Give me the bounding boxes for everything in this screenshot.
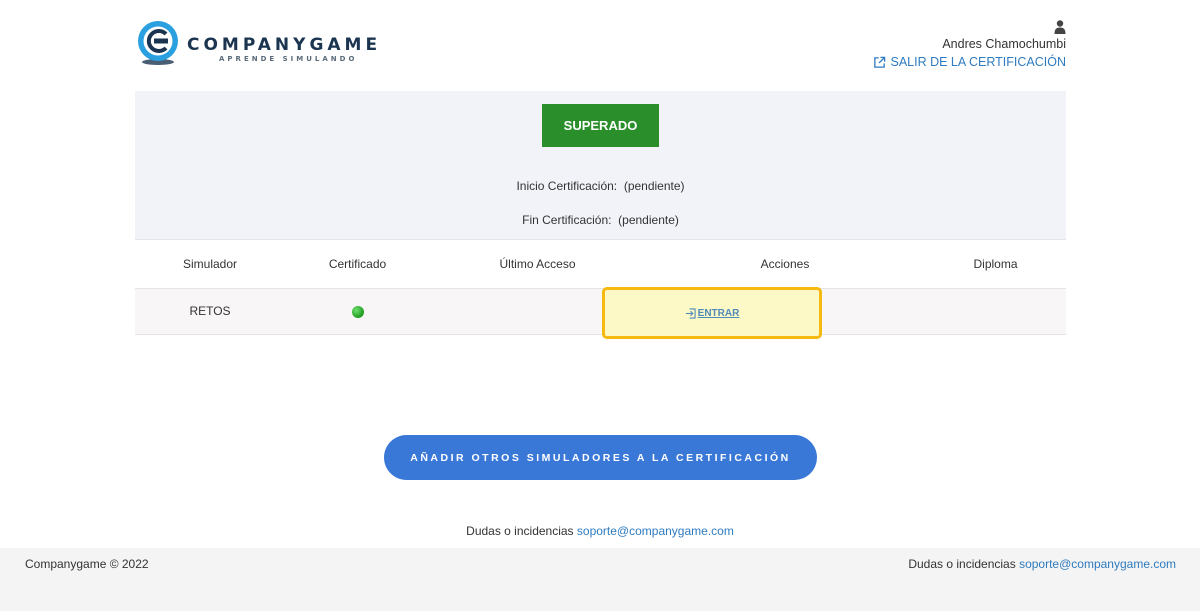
cell-certificado [285, 288, 430, 334]
support-line: Dudas o incidencias soporte@companygame.… [0, 524, 1200, 538]
logo-wordmark: COMPANYGAME [187, 35, 382, 55]
logout-certification-link[interactable]: SALIR DE LA CERTIFICACIÓN [873, 55, 1066, 69]
header-acciones: Acciones [760, 257, 810, 272]
certification-status-panel: SUPERADO Inicio Certificación: (pendient… [135, 91, 1066, 240]
footer: Companygame © 2022 Dudas o incidencias s… [0, 548, 1200, 611]
status-badge: SUPERADO [542, 104, 659, 147]
support-email-link[interactable]: soporte@companygame.com [577, 524, 734, 538]
user-name: Andres Chamochumbi [942, 37, 1066, 51]
user-icon [1054, 20, 1066, 34]
external-link-icon [874, 56, 886, 68]
enter-label: ENTRAR [697, 307, 740, 319]
end-certification-line: Fin Certificación: (pendiente) [135, 213, 1066, 227]
companygame-logo[interactable]: COMPANYGAME APRENDE SIMULANDO [135, 20, 377, 70]
end-value: (pendiente) [618, 213, 679, 227]
header-ultimo-acceso: Último Acceso [499, 257, 576, 272]
start-certification-line: Inicio Certificación: (pendiente) [135, 179, 1066, 193]
start-label: Inicio Certificación: [516, 179, 618, 193]
logout-label: SALIR DE LA CERTIFICACIÓN [890, 55, 1066, 69]
enter-action-highlight: ENTRAR [602, 287, 822, 339]
footer-copyright: Companygame © 2022 [25, 557, 149, 571]
cell-diploma [925, 288, 1066, 334]
logo-tagline: APRENDE SIMULANDO [219, 55, 358, 63]
footer-support-label: Dudas o incidencias [908, 557, 1016, 571]
header-certificado: Certificado [328, 257, 387, 272]
cell-simulador: RETOS [189, 304, 231, 318]
enter-simulator-link[interactable]: ENTRAR [685, 307, 740, 319]
end-label: Fin Certificación: [522, 213, 612, 227]
header-simulador: Simulador [182, 257, 238, 272]
companygame-logo-icon [138, 21, 178, 65]
table-row: RETOS [135, 288, 1066, 334]
table-header-row: Simulador Certificado Último Acceso Acci… [135, 241, 1066, 288]
user-panel: Andres Chamochumbi SALIR DE LA CERTIFICA… [873, 20, 1066, 74]
support-label: Dudas o incidencias [466, 524, 574, 538]
sign-in-icon [685, 307, 696, 319]
footer-support: Dudas o incidencias soporte@companygame.… [908, 557, 1176, 571]
footer-support-email-link[interactable]: soporte@companygame.com [1019, 557, 1176, 571]
simulators-table: Simulador Certificado Último Acceso Acci… [135, 241, 1066, 335]
start-value: (pendiente) [623, 179, 685, 193]
header-diploma: Diploma [973, 257, 1018, 272]
certified-status-dot [351, 305, 364, 318]
add-simulators-button[interactable]: AÑADIR OTROS SIMULADORES A LA CERTIFICAC… [384, 435, 817, 480]
